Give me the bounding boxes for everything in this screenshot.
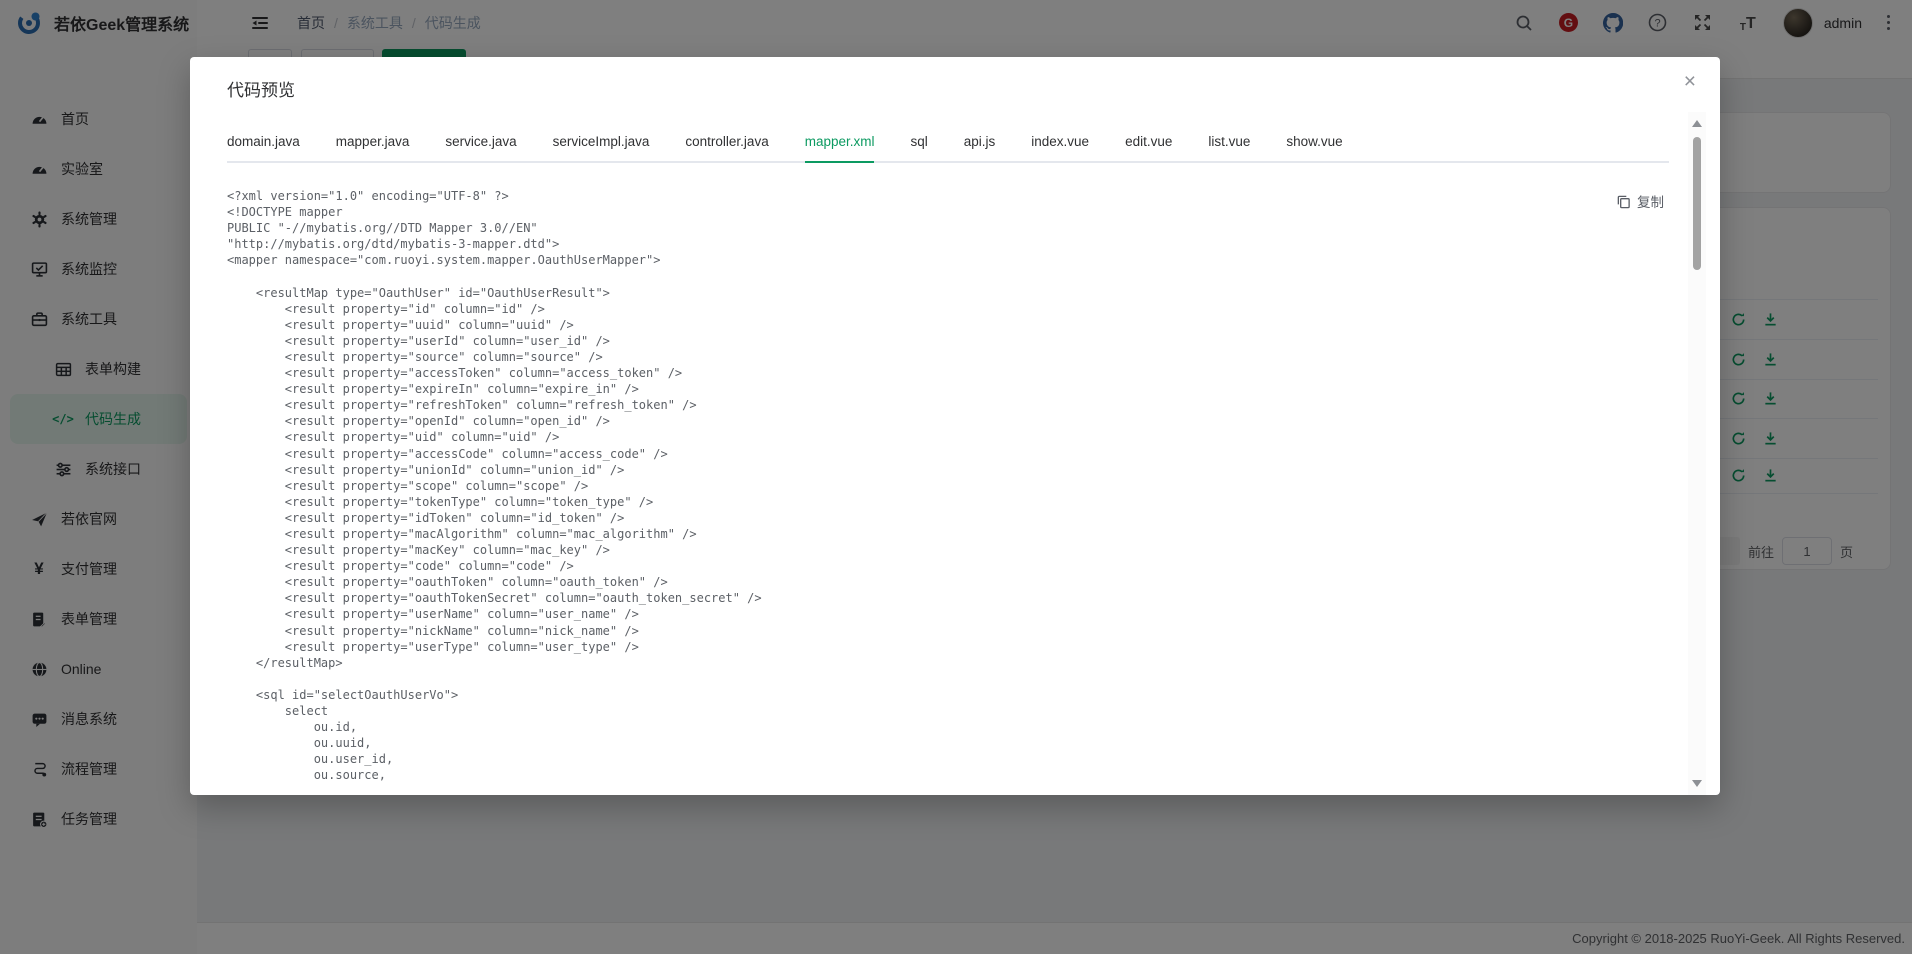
tab-service-java[interactable]: service.java — [445, 123, 516, 161]
dialog-title: 代码预览 — [227, 76, 295, 101]
code-file-tabs: domain.java mapper.java service.java ser… — [227, 123, 1669, 163]
tab-list-vue[interactable]: list.vue — [1208, 123, 1250, 161]
tab-sql[interactable]: sql — [910, 123, 927, 161]
tab-show-vue[interactable]: show.vue — [1286, 123, 1342, 161]
tab-index-vue[interactable]: index.vue — [1031, 123, 1089, 161]
tab-domain-java[interactable]: domain.java — [227, 123, 300, 161]
tab-api-js[interactable]: api.js — [964, 123, 996, 161]
copy-icon — [1616, 194, 1631, 209]
tab-serviceimpl-java[interactable]: serviceImpl.java — [553, 123, 650, 161]
tab-mapper-java[interactable]: mapper.java — [336, 123, 410, 161]
scroll-down-icon[interactable] — [1692, 780, 1702, 787]
app-root: 若依Geek管理系统 首页 / 系统工具 / 代码生成 G ? — [0, 0, 1912, 954]
code-content[interactable]: <?xml version="1.0" encoding="UTF-8" ?> … — [227, 188, 1607, 788]
dialog-scrollbar[interactable] — [1688, 112, 1706, 795]
tab-controller-java[interactable]: controller.java — [685, 123, 768, 161]
scroll-up-icon[interactable] — [1692, 120, 1702, 127]
tab-mapper-xml[interactable]: mapper.xml — [805, 123, 875, 161]
code-preview-dialog: 代码预览 × domain.java mapper.java service.j… — [190, 57, 1720, 795]
tab-edit-vue[interactable]: edit.vue — [1125, 123, 1172, 161]
close-icon[interactable]: × — [1680, 67, 1700, 96]
scrollbar-thumb[interactable] — [1693, 137, 1701, 270]
copy-label: 复制 — [1637, 191, 1664, 211]
copy-button[interactable]: 复制 — [1616, 191, 1664, 211]
